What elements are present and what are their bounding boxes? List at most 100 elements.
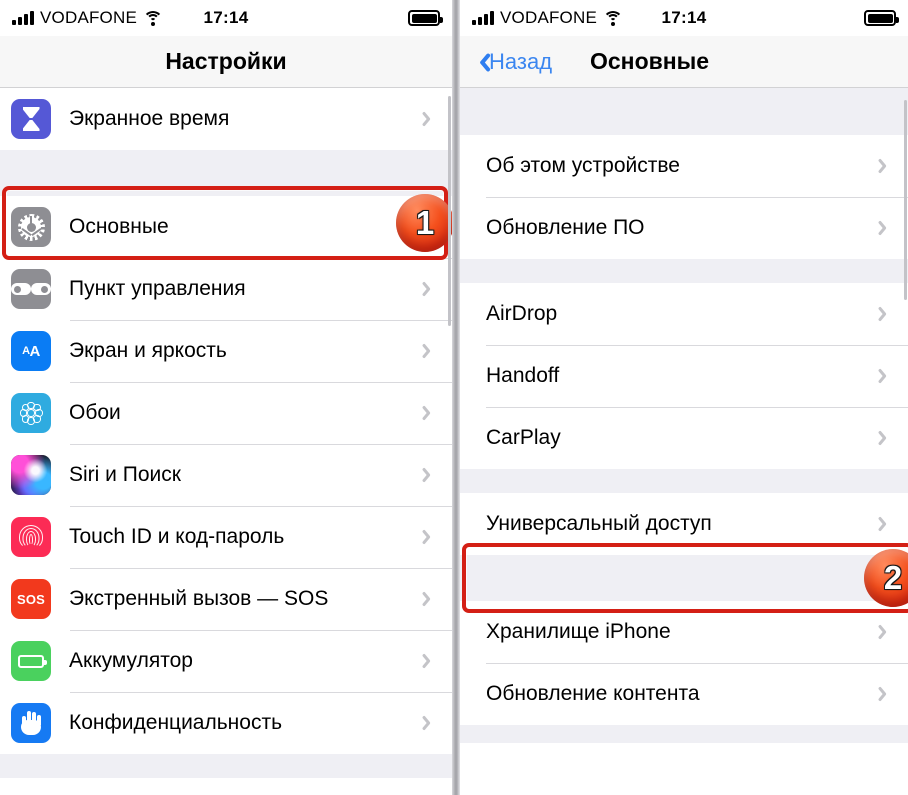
chevron-right-icon [881, 305, 892, 324]
general-group-storage: Хранилище iPhone Обновление контента [460, 601, 908, 725]
settings-group-main: Основные Пункт управления AA Экран и ярк… [0, 196, 452, 754]
clock-label: 17:14 [203, 8, 249, 27]
row-label: Обои [69, 401, 121, 424]
chevron-right-icon [425, 342, 436, 361]
row-label: Конфиденциальность [69, 711, 283, 734]
sidebar-item-touch-id[interactable]: Touch ID и код-пароль [0, 506, 452, 568]
general-group-accessibility: Универсальный доступ [460, 493, 908, 555]
back-button[interactable]: Назад [460, 49, 552, 75]
page-title: Настройки [165, 48, 287, 74]
chevron-right-icon [881, 515, 892, 534]
list-bottom-gap [460, 725, 908, 743]
siri-orb-icon [11, 455, 51, 495]
list-item-accessibility[interactable]: Универсальный доступ [460, 493, 908, 555]
chevron-right-icon [425, 652, 436, 671]
battery-icon [11, 641, 51, 681]
list-item-background-refresh[interactable]: Обновление контента [460, 663, 908, 725]
sidebar-item-screen-time[interactable]: Экранное время [0, 88, 452, 150]
nav-bar-settings: Настройки [0, 36, 452, 88]
chevron-right-icon [425, 466, 436, 485]
row-label: Экстренный вызов — SOS [69, 587, 329, 610]
sidebar-item-control-center[interactable]: Пункт управления [0, 258, 452, 320]
list-section-gap [0, 150, 452, 196]
sidebar-item-battery[interactable]: Аккумулятор [0, 630, 452, 692]
flower-icon [11, 393, 51, 433]
scroll-indicator[interactable] [904, 100, 907, 300]
general-group-device: Об этом устройстве Обновление ПО [460, 135, 908, 259]
list-item-carplay[interactable]: CarPlay [460, 407, 908, 469]
chevron-right-icon [881, 685, 892, 704]
general-list: Об этом устройстве Обновление ПО AirDrop… [460, 88, 908, 743]
sidebar-item-display-brightness[interactable]: AA Экран и яркость [0, 320, 452, 382]
row-label: Хранилище iPhone [486, 620, 671, 643]
status-bar-right-cluster [864, 10, 899, 26]
chevron-right-icon [425, 280, 436, 299]
row-label: Экран и яркость [69, 339, 227, 362]
chevron-right-icon [425, 714, 436, 733]
text-size-icon: AA [11, 331, 51, 371]
chevron-right-icon [425, 528, 436, 547]
chevron-right-icon [881, 623, 892, 642]
sidebar-item-emergency-sos[interactable]: SOS Экстренный вызов — SOS [0, 568, 452, 630]
general-group-connectivity: AirDrop Handoff CarPlay [460, 283, 908, 469]
chevron-left-icon [474, 51, 487, 73]
row-label: Аккумулятор [69, 649, 193, 672]
settings-group-screentime: Экранное время [0, 88, 452, 150]
sidebar-item-general[interactable]: Основные [0, 196, 452, 258]
row-label: Об этом устройстве [486, 154, 680, 177]
row-label: CarPlay [486, 426, 561, 449]
sidebar-item-siri-search[interactable]: Siri и Поиск [0, 444, 452, 506]
row-label: Siri и Поиск [69, 463, 181, 486]
row-label: Пункт управления [69, 277, 246, 300]
list-item-handoff[interactable]: Handoff [460, 345, 908, 407]
sidebar-item-privacy[interactable]: Конфиденциальность [0, 692, 452, 754]
status-bar-right-cluster [408, 10, 443, 26]
sidebar-item-wallpaper[interactable]: Обои [0, 382, 452, 444]
row-label: Обновление контента [486, 682, 700, 705]
list-item-iphone-storage[interactable]: Хранилище iPhone [460, 601, 908, 663]
chevron-right-icon [425, 590, 436, 609]
row-label: Touch ID и код-пароль [69, 525, 285, 548]
general-screen: VODAFONE 17:14 Назад Основные Об этом ус… [460, 0, 908, 795]
step-badge-1: 1 [396, 194, 452, 252]
chevron-right-icon [425, 404, 436, 423]
status-bar-left: VODAFONE 17:14 [0, 0, 452, 36]
battery-full-icon [408, 10, 443, 26]
hourglass-icon [11, 99, 51, 139]
settings-screen: VODAFONE 17:14 Настройки Экранное время [0, 0, 452, 795]
list-item-airdrop[interactable]: AirDrop [460, 283, 908, 345]
chevron-right-icon [881, 367, 892, 386]
chevron-right-icon [881, 429, 892, 448]
battery-full-icon [864, 10, 899, 26]
page-title: Основные [590, 48, 710, 74]
sliders-icon [11, 269, 51, 309]
chevron-right-icon [881, 157, 892, 176]
list-section-gap [460, 469, 908, 493]
row-label: Универсальный доступ [486, 512, 712, 535]
list-section-gap [460, 259, 908, 283]
gear-icon [11, 207, 51, 247]
chevron-right-icon [881, 219, 892, 238]
scroll-indicator[interactable] [448, 96, 451, 326]
list-bottom-gap [0, 754, 452, 778]
panel-divider [452, 0, 460, 795]
row-label: Обновление ПО [486, 216, 645, 239]
clock-label: 17:14 [661, 8, 707, 27]
row-label: Экранное время [69, 107, 230, 130]
fingerprint-icon [11, 517, 51, 557]
sos-icon: SOS [11, 579, 51, 619]
list-section-gap [460, 555, 908, 601]
dual-screenshot-composite: VODAFONE 17:14 Настройки Экранное время [0, 0, 908, 795]
hand-icon [11, 703, 51, 743]
nav-bar-general: Назад Основные [460, 36, 908, 88]
row-label: AirDrop [486, 302, 558, 325]
list-top-gap [460, 88, 908, 135]
settings-list: Экранное время Основные Пункт управления… [0, 88, 452, 778]
chevron-right-icon [425, 110, 436, 129]
list-item-software-update[interactable]: Обновление ПО [460, 197, 908, 259]
row-label: Основные [69, 215, 169, 238]
status-bar-right: VODAFONE 17:14 [460, 0, 908, 36]
back-button-label: Назад [489, 48, 553, 74]
row-label: Handoff [486, 364, 560, 387]
list-item-about[interactable]: Об этом устройстве [460, 135, 908, 197]
